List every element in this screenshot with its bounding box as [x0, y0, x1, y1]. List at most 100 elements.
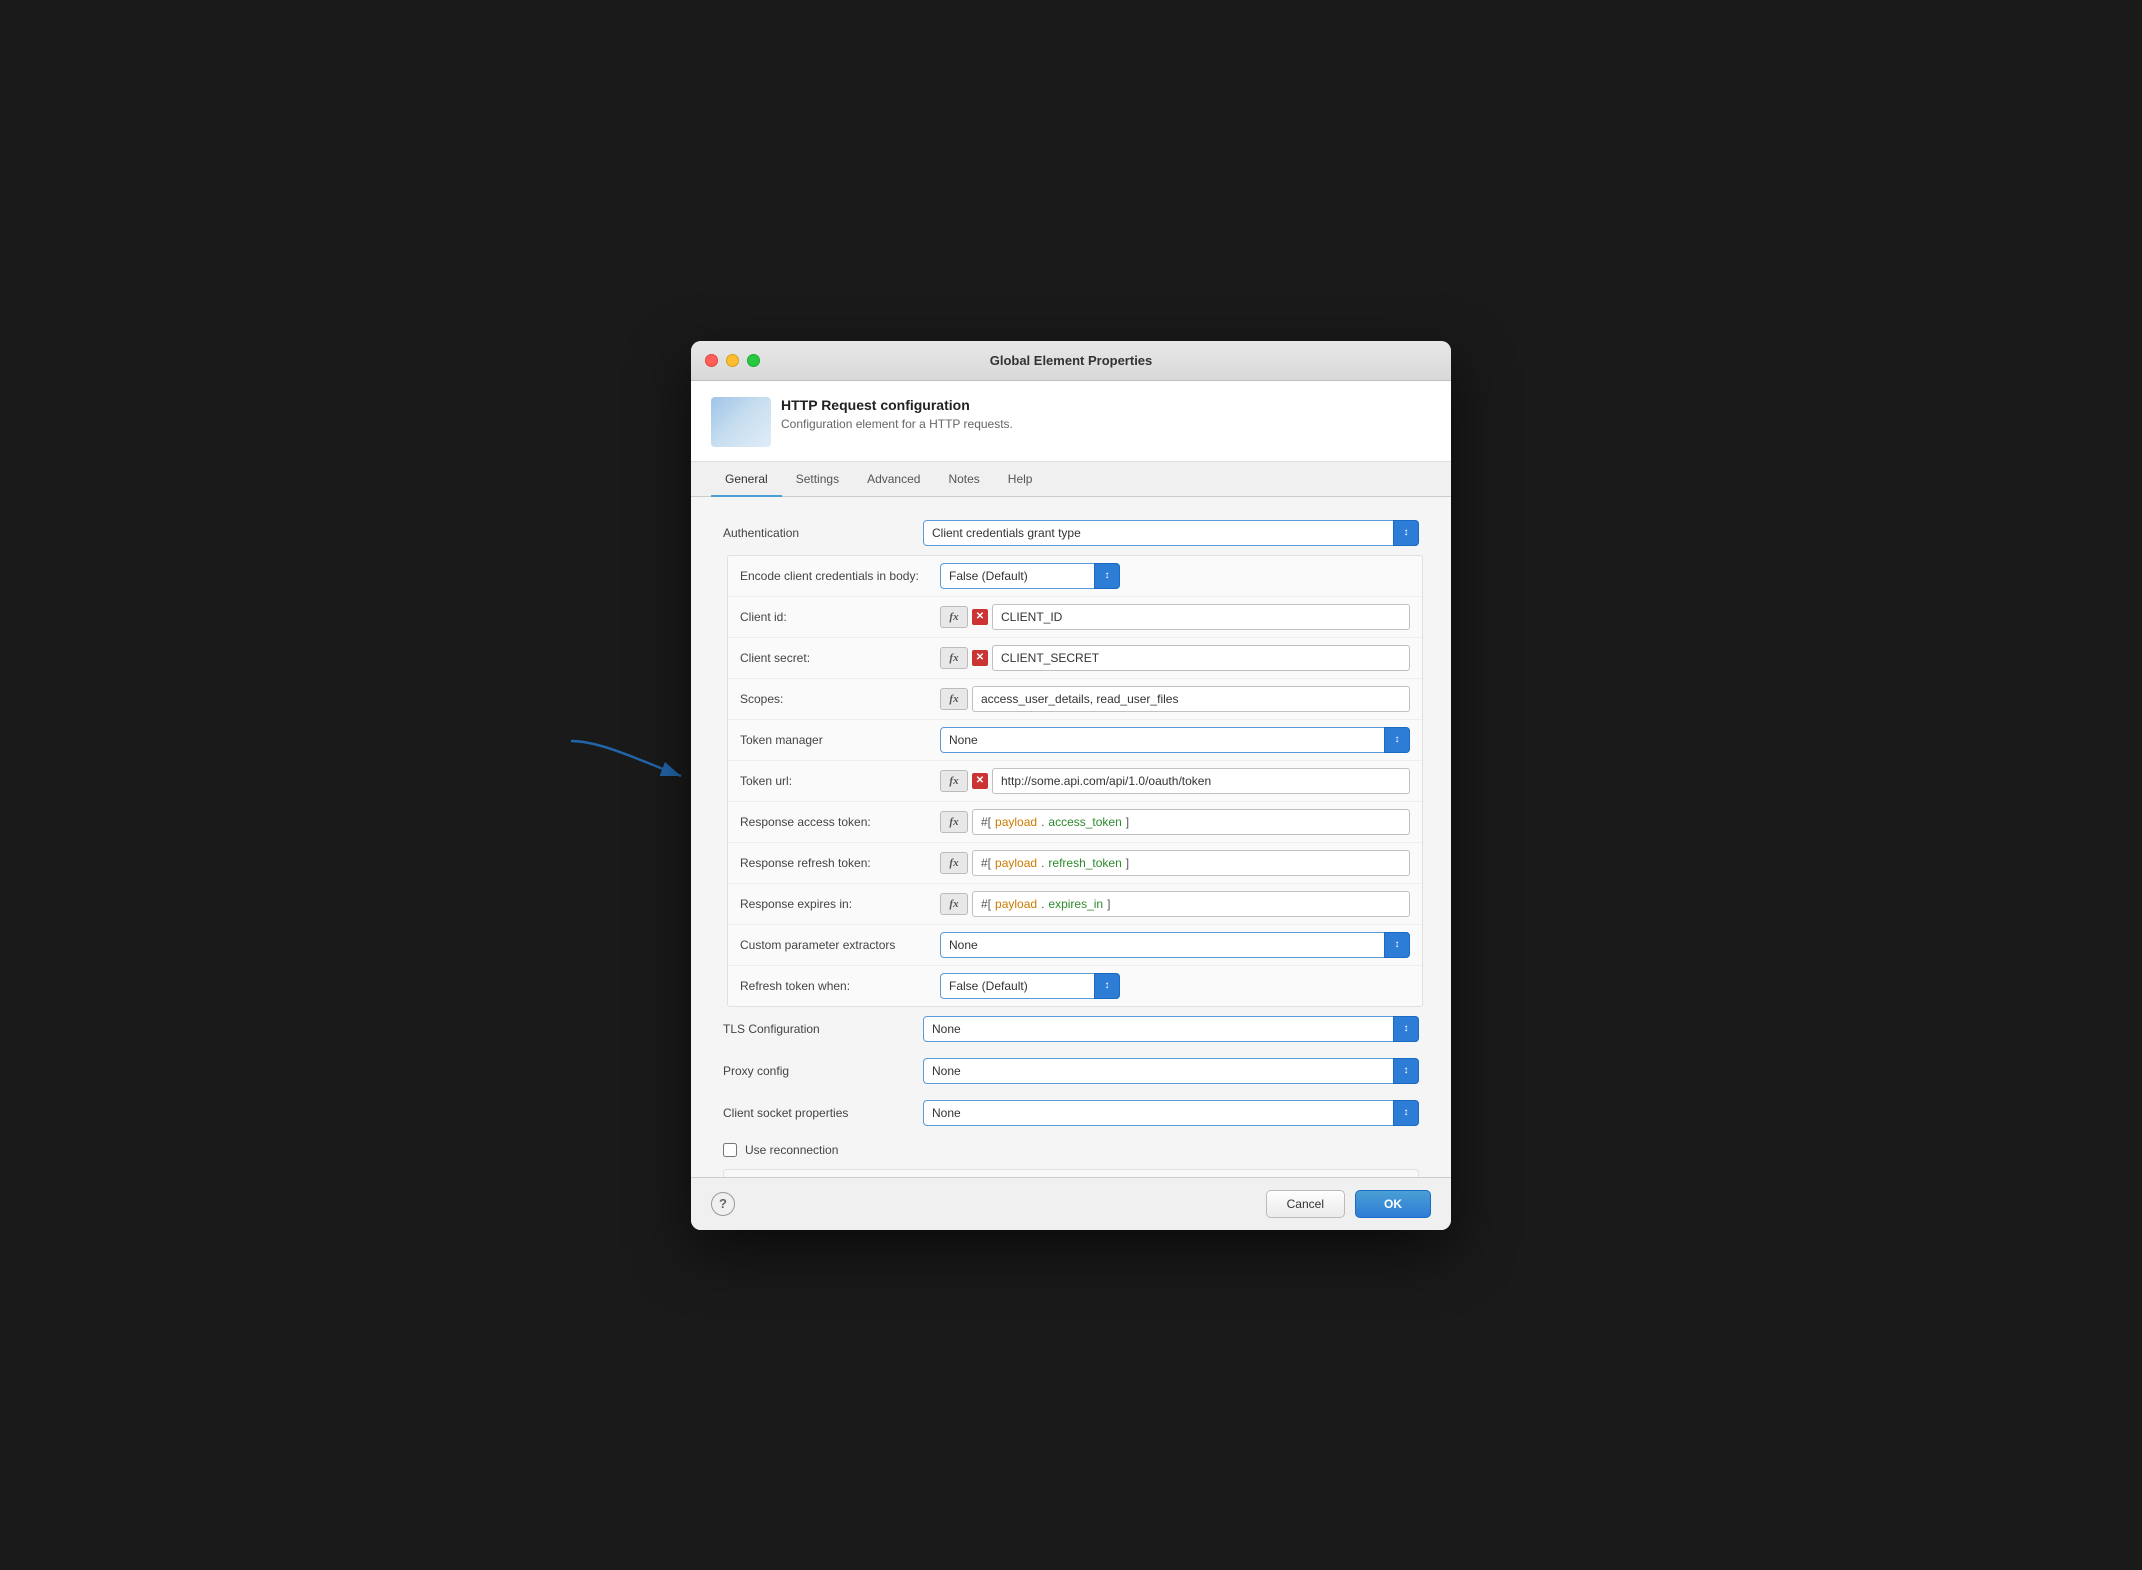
tls-label: TLS Configuration [723, 1022, 923, 1036]
minimize-button[interactable] [726, 354, 739, 367]
dialog-window: Global Element Properties HTTP Request c… [691, 341, 1451, 1230]
token-url-fx-button[interactable]: fx [940, 770, 968, 792]
use-reconnection-label[interactable]: Use reconnection [745, 1143, 838, 1157]
auth-row: Authentication Client credentials grant … [711, 513, 1431, 553]
client-socket-row: Client socket properties None ↕ [711, 1093, 1431, 1133]
client-secret-label: Client secret: [740, 651, 940, 665]
client-secret-row: Client secret: fx ✕ [728, 638, 1422, 679]
inner-form-section: Encode client credentials in body: False… [727, 555, 1423, 1007]
expr-orange: payload [995, 815, 1037, 829]
client-socket-select[interactable]: None [923, 1100, 1419, 1126]
reconnection-sub-section: Fails deployment when test connection fa… [723, 1169, 1419, 1177]
use-reconnection-row: Use reconnection [711, 1135, 1431, 1165]
expires-expr-orange: payload [995, 897, 1037, 911]
auth-select-wrapper: Client credentials grant type ↕ [923, 520, 1419, 546]
tab-advanced[interactable]: Advanced [853, 462, 934, 497]
client-secret-fx-button[interactable]: fx [940, 647, 968, 669]
client-id-input[interactable] [992, 604, 1410, 630]
response-access-token-expr[interactable]: #[ payload.access_token ] [972, 809, 1410, 835]
response-expires-fx-button[interactable]: fx [940, 893, 968, 915]
custom-param-arrow[interactable]: ↕ [1384, 932, 1410, 958]
scopes-fx-button[interactable]: fx [940, 688, 968, 710]
response-expires-expr[interactable]: #[ payload.expires_in ] [972, 891, 1410, 917]
token-manager-row: Token manager None ↕ [728, 720, 1422, 761]
proxy-arrow[interactable]: ↕ [1393, 1058, 1419, 1084]
tls-row: TLS Configuration None ↕ [711, 1009, 1431, 1049]
content-area: Authentication Client credentials grant … [691, 497, 1451, 1177]
client-id-label: Client id: [740, 610, 940, 624]
encode-select-wrapper: False (Default) True ↕ [940, 563, 1120, 589]
encode-label: Encode client credentials in body: [740, 569, 940, 583]
response-refresh-token-label: Response refresh token: [740, 856, 940, 870]
token-url-control: fx ✕ [940, 768, 1410, 794]
refresh-token-when-arrow[interactable]: ↕ [1094, 973, 1120, 999]
tab-settings[interactable]: Settings [782, 462, 853, 497]
auth-select-arrow[interactable]: ↕ [1393, 520, 1419, 546]
encode-row: Encode client credentials in body: False… [728, 556, 1422, 597]
response-expires-label: Response expires in: [740, 897, 940, 911]
tabs-bar: General Settings Advanced Notes Help [691, 462, 1451, 497]
auth-label: Authentication [723, 526, 923, 540]
client-socket-wrapper: None ↕ [923, 1100, 1419, 1126]
proxy-row: Proxy config None ↕ [711, 1051, 1431, 1091]
footer-buttons: Cancel OK [1266, 1190, 1431, 1218]
custom-param-control: None ↕ [940, 932, 1410, 958]
encode-control: False (Default) True ↕ [940, 563, 1410, 589]
response-access-token-fx-button[interactable]: fx [940, 811, 968, 833]
header-text-area: HTTP Request configuration Configuration… [781, 397, 1013, 431]
token-url-error-icon: ✕ [972, 773, 988, 789]
title-bar: Global Element Properties [691, 341, 1451, 381]
help-button[interactable]: ? [711, 1192, 735, 1216]
close-button[interactable] [705, 354, 718, 367]
token-url-input[interactable] [992, 768, 1410, 794]
expr-suffix: ] [1126, 815, 1129, 829]
token-manager-control: None ↕ [940, 727, 1410, 753]
custom-param-select[interactable]: None [940, 932, 1410, 958]
custom-param-row: Custom parameter extractors None ↕ [728, 925, 1422, 966]
response-access-token-control: fx #[ payload.access_token ] [940, 809, 1410, 835]
tls-select-wrapper: None ↕ [923, 1016, 1419, 1042]
refresh-token-when-label: Refresh token when: [740, 979, 940, 993]
config-title: HTTP Request configuration [781, 397, 1013, 413]
traffic-lights [705, 354, 760, 367]
cancel-button[interactable]: Cancel [1266, 1190, 1345, 1218]
tab-help[interactable]: Help [994, 462, 1047, 497]
client-id-error-icon: ✕ [972, 609, 988, 625]
client-socket-arrow[interactable]: ↕ [1393, 1100, 1419, 1126]
encode-select[interactable]: False (Default) True [940, 563, 1120, 589]
tab-notes[interactable]: Notes [934, 462, 993, 497]
refresh-expr-orange: payload [995, 856, 1037, 870]
token-manager-wrapper: None ↕ [940, 727, 1410, 753]
token-manager-select[interactable]: None [940, 727, 1410, 753]
token-manager-arrow[interactable]: ↕ [1384, 727, 1410, 753]
auth-select[interactable]: Client credentials grant type [923, 520, 1419, 546]
use-reconnection-checkbox[interactable] [723, 1143, 737, 1157]
refresh-token-when-row: Refresh token when: False (Default) True… [728, 966, 1422, 1006]
custom-param-label: Custom parameter extractors [740, 938, 940, 952]
proxy-select[interactable]: None [923, 1058, 1419, 1084]
refresh-expr-green: refresh_token [1048, 856, 1121, 870]
dialog-header: HTTP Request configuration Configuration… [691, 381, 1451, 462]
client-id-row: Client id: fx ✕ [728, 597, 1422, 638]
token-manager-label: Token manager [740, 733, 940, 747]
encode-arrow[interactable]: ↕ [1094, 563, 1120, 589]
response-refresh-token-row: Response refresh token: fx #[ payload.re… [728, 843, 1422, 884]
response-access-token-row: Response access token: fx #[ payload.acc… [728, 802, 1422, 843]
client-id-control: fx ✕ [940, 604, 1410, 630]
tab-general[interactable]: General [711, 462, 782, 497]
tls-select[interactable]: None [923, 1016, 1419, 1042]
scopes-input[interactable] [972, 686, 1410, 712]
client-secret-input[interactable] [992, 645, 1410, 671]
client-socket-label: Client socket properties [723, 1106, 923, 1120]
refresh-token-when-wrapper: False (Default) True ↕ [940, 973, 1120, 999]
client-secret-error-icon: ✕ [972, 650, 988, 666]
ok-button[interactable]: OK [1355, 1190, 1431, 1218]
expr-prefix: #[ [981, 815, 991, 829]
maximize-button[interactable] [747, 354, 760, 367]
client-id-fx-button[interactable]: fx [940, 606, 968, 628]
tls-arrow[interactable]: ↕ [1393, 1016, 1419, 1042]
response-refresh-token-expr[interactable]: #[ payload.refresh_token ] [972, 850, 1410, 876]
refresh-token-when-select[interactable]: False (Default) True [940, 973, 1120, 999]
config-subtitle: Configuration element for a HTTP request… [781, 417, 1013, 431]
response-refresh-token-fx-button[interactable]: fx [940, 852, 968, 874]
